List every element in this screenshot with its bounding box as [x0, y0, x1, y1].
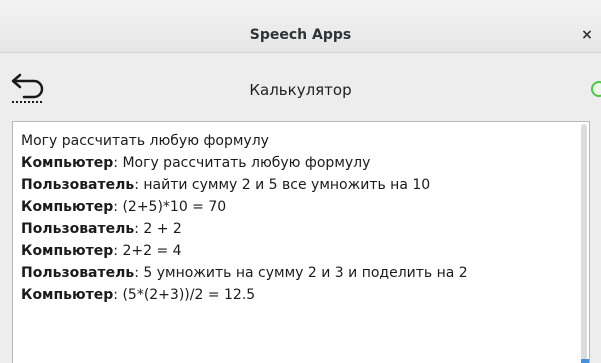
- chat-log-panel[interactable]: Могу рассчитать любую формулу Компьютер:…: [12, 121, 590, 363]
- window-title: Speech Apps: [249, 27, 352, 43]
- message-speaker: Компьютер: [21, 243, 114, 259]
- chat-message: Пользователь: найти сумму 2 и 5 все умно…: [21, 174, 575, 196]
- message-text: : 5 умножить на сумму 2 и 3 и поделить н…: [134, 265, 468, 281]
- chat-log: Могу рассчитать любую формулу Компьютер:…: [21, 130, 575, 306]
- window-titlebar[interactable]: Speech Apps ×: [0, 0, 601, 53]
- vertical-scrollbar[interactable]: [581, 124, 587, 360]
- chat-message: Компьютер: 2+2 = 4: [21, 240, 575, 262]
- message-text: : (2+5)*10 = 70: [113, 199, 227, 215]
- chat-message: Компьютер: (5*(2+3))/2 = 12.5: [21, 284, 575, 306]
- message-text: : Могу рассчитать любую формулу: [113, 155, 371, 171]
- message-text: : 2+2 = 4: [113, 243, 182, 259]
- message-text: : 2 + 2: [134, 221, 182, 237]
- message-speaker: Компьютер: [21, 155, 114, 171]
- status-indicator-icon: [591, 81, 601, 97]
- toolbar: Калькулятор: [0, 53, 601, 113]
- message-text: : (5*(2+3))/2 = 12.5: [113, 287, 256, 303]
- message-speaker: Пользователь: [21, 265, 135, 281]
- message-speaker: Пользователь: [21, 177, 135, 193]
- chat-message: Компьютер: (2+5)*10 = 70: [21, 196, 575, 218]
- chat-intro: Могу рассчитать любую формулу: [21, 133, 269, 149]
- chat-message: Пользователь: 2 + 2: [21, 218, 575, 240]
- message-speaker: Компьютер: [21, 199, 114, 215]
- chat-message: Компьютер: Могу рассчитать любую формулу: [21, 152, 575, 174]
- close-button[interactable]: ×: [579, 27, 595, 43]
- message-speaker: Пользователь: [21, 221, 135, 237]
- app-title: Калькулятор: [249, 81, 352, 99]
- app-window: Speech Apps × Калькулятор Могу рассчитат…: [0, 0, 601, 363]
- message-text: : найти сумму 2 и 5 все умножить на 10: [134, 177, 431, 193]
- message-speaker: Компьютер: [21, 287, 114, 303]
- scrollbar-indicator: [581, 359, 589, 363]
- chat-message: Пользователь: 5 умножить на сумму 2 и 3 …: [21, 262, 575, 284]
